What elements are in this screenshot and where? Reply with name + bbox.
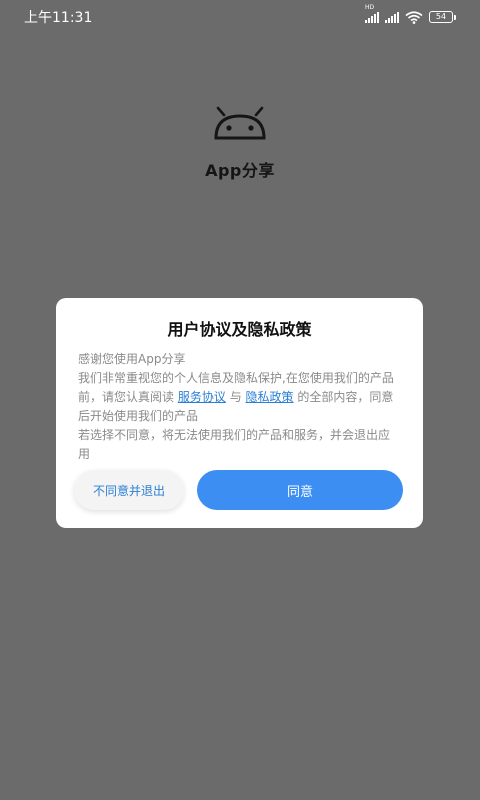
dialog-body: 感谢您使用App分享 我们非常重视您的个人信息及隐私保护,在您使用我们的产品前，…	[78, 350, 401, 464]
agree-button[interactable]: 同意	[197, 470, 403, 510]
dialog-title: 用户协议及隐私政策	[167, 320, 312, 339]
dialog-buttons: 不同意并退出 同意	[74, 470, 403, 510]
decline-warning-text: 若选择不同意，将无法使用我们的产品和服务，并会退出应用	[78, 428, 391, 461]
status-bar: 上午11:31 HD 54	[0, 0, 480, 34]
service-agreement-link[interactable]: 服务协议	[178, 390, 226, 404]
privacy-dialog: 用户协议及隐私政策 感谢您使用App分享 我们非常重视您的个人信息及隐私保护,在…	[56, 298, 423, 528]
hd-signal-icon: HD	[365, 5, 379, 23]
status-icons: HD 54	[365, 5, 456, 24]
android-robot-icon	[214, 106, 266, 140]
decline-exit-button[interactable]: 不同意并退出	[74, 470, 184, 510]
privacy-policy-link[interactable]: 隐私政策	[246, 390, 294, 404]
signal-icon	[385, 11, 399, 23]
screen: 上午11:31 HD 54 App分享 用户协议及隐私政策 感谢您使用App分享…	[0, 0, 480, 800]
intro-text: 感谢您使用App分享	[78, 352, 186, 366]
policy-paragraph: 我们非常重视您的个人信息及隐私保护,在您使用我们的产品前，请您认真阅读 服务协议…	[78, 369, 401, 426]
hd-label: HD	[365, 4, 375, 11]
battery-icon: 54	[429, 11, 456, 23]
battery-level: 54	[429, 11, 453, 23]
conjunction-text: 与	[229, 390, 242, 404]
wifi-icon	[405, 10, 423, 24]
app-name: App分享	[205, 161, 275, 180]
status-time: 上午11:31	[24, 10, 93, 26]
